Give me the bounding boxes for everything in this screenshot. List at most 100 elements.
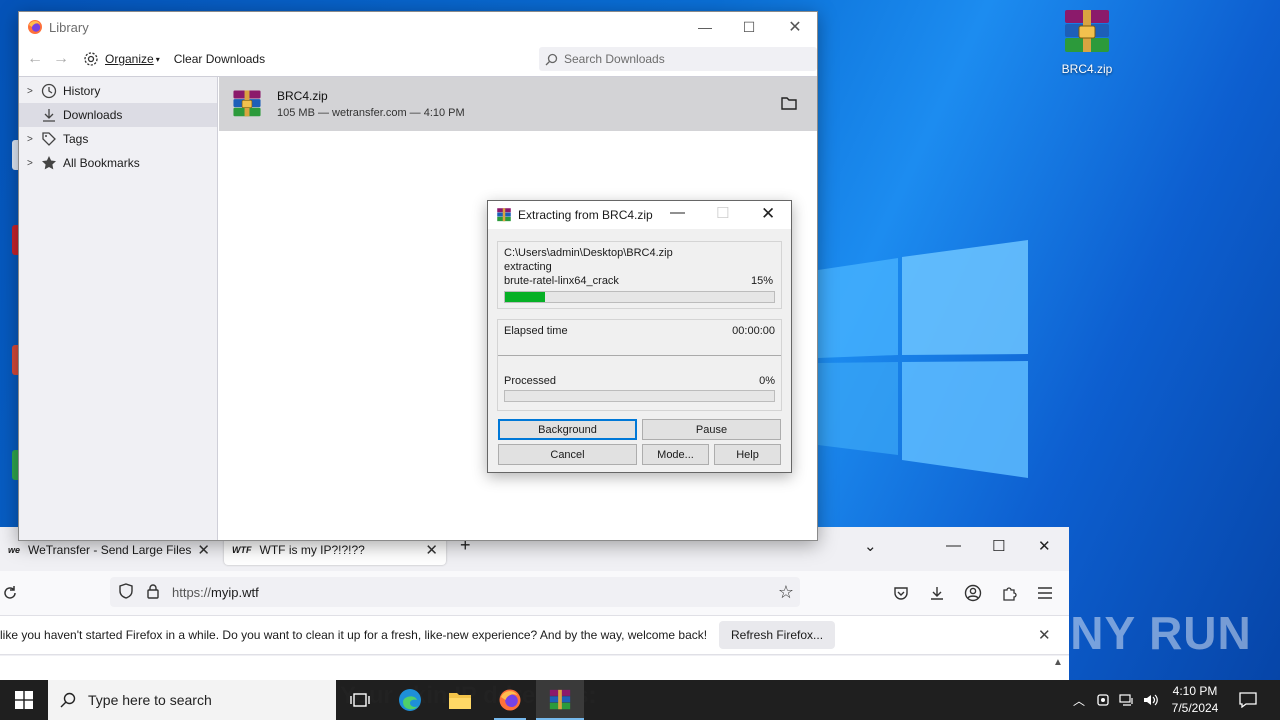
tracking-protection-shield-icon[interactable] — [118, 582, 134, 602]
help-button[interactable]: Help — [714, 444, 781, 465]
taskbar-clock[interactable]: 4:10 PM 7/5/2024 — [1164, 683, 1226, 717]
close-dialog-icon[interactable]: ✕ — [761, 204, 775, 224]
notifications-icon[interactable] — [1234, 680, 1262, 720]
close-tab-icon[interactable]: ✕ — [425, 541, 438, 559]
edge-icon — [399, 689, 421, 711]
library-title-bar[interactable]: Library — ☐ ✕ — [19, 12, 817, 42]
expand-chevron-icon[interactable]: > — [27, 86, 33, 97]
elapsed-value: 00:00:00 — [732, 325, 775, 337]
sidebar-item-tags[interactable]: > Tags — [19, 127, 217, 151]
taskbar-search-box[interactable]: Type here to search — [48, 680, 336, 720]
expand-chevron-icon[interactable]: > — [27, 134, 33, 145]
total-progress-bar — [504, 390, 775, 402]
sidebar-item-label: History — [63, 84, 101, 98]
downloads-icon[interactable] — [927, 583, 947, 603]
pocket-icon[interactable] — [891, 583, 911, 603]
open-folder-icon[interactable] — [781, 96, 797, 110]
expand-chevron-icon[interactable]: > — [27, 158, 33, 169]
winrar-icon — [497, 208, 511, 222]
clear-downloads-button[interactable]: Clear Downloads — [174, 52, 265, 66]
library-sidebar: > History Downloads > Tags > All Bookmar… — [19, 77, 218, 540]
download-filename: BRC4.zip — [277, 89, 328, 103]
navigation-toolbar: https://myip.wtf ☆ — [0, 571, 1069, 615]
processed-percent: 0% — [759, 375, 775, 387]
background-button[interactable]: Background — [498, 419, 637, 440]
archive-path: C:\Users\admin\Desktop\BRC4.zip — [504, 247, 673, 259]
back-arrow-icon[interactable]: ← — [27, 50, 43, 68]
firefox-logo-icon — [499, 689, 521, 711]
file-progress-fill — [505, 292, 546, 302]
volume-icon[interactable] — [1140, 680, 1162, 720]
tab-title: WTF is my IP?!?!?? — [259, 543, 365, 557]
bookmark-star-icon[interactable]: ☆ — [778, 582, 794, 603]
processed-label: Processed — [504, 375, 556, 387]
winrar-archive-icon — [233, 90, 261, 117]
sidebar-item-all-bookmarks[interactable]: > All Bookmarks — [19, 151, 217, 175]
gear-icon — [84, 52, 98, 66]
sidebar-item-label: Downloads — [63, 108, 123, 122]
refresh-firefox-button[interactable]: Refresh Firefox... — [719, 621, 836, 649]
mode-button[interactable]: Mode... — [642, 444, 709, 465]
close-notification-icon[interactable]: ✕ — [1038, 626, 1051, 644]
show-hidden-icons-chevron-icon[interactable]: ︿ — [1068, 680, 1090, 720]
windows-logo-wallpaper — [818, 240, 1028, 478]
search-downloads-input[interactable]: Search Downloads — [539, 47, 817, 71]
maximize-icon[interactable]: ☐ — [992, 537, 1005, 555]
desktop-icon-brc4-zip[interactable]: BRC4.zip — [1056, 8, 1118, 76]
close-window-icon[interactable]: ✕ — [775, 16, 815, 38]
start-button[interactable] — [0, 680, 48, 720]
clock-time: 4:10 PM — [1172, 684, 1218, 698]
star-icon — [42, 156, 56, 170]
firefox-logo-icon — [28, 20, 42, 34]
sidebar-item-history[interactable]: > History — [19, 79, 217, 103]
pause-button[interactable]: Pause — [642, 419, 781, 440]
extensions-puzzle-icon[interactable] — [999, 583, 1019, 603]
download-icon — [43, 109, 55, 122]
file-percent: 15% — [750, 275, 773, 287]
reload-icon[interactable] — [0, 583, 20, 603]
refresh-firefox-notification: like you haven't started Firefox in a wh… — [0, 615, 1069, 655]
library-toolbar: ← → Organize ▾ Clear Downloads Search Do… — [19, 42, 817, 76]
security-tray-icon[interactable] — [1092, 680, 1114, 720]
close-window-icon[interactable]: ✕ — [1038, 537, 1051, 555]
search-placeholder: Search Downloads — [564, 52, 665, 66]
scroll-up-arrow-icon[interactable]: ▲ — [1053, 657, 1063, 668]
sidebar-item-downloads[interactable]: Downloads — [19, 103, 217, 127]
task-view-button[interactable] — [336, 680, 384, 720]
search-icon — [60, 692, 76, 708]
page-content-area — [0, 656, 1069, 680]
search-icon — [545, 53, 558, 65]
download-item[interactable]: BRC4.zip 105 MB — wetransfer.com — 4:10 … — [219, 77, 817, 131]
minimize-icon[interactable]: — — [685, 16, 725, 38]
lock-icon[interactable] — [146, 583, 160, 602]
network-icon[interactable] — [1116, 680, 1138, 720]
forward-arrow-icon[interactable]: → — [53, 50, 69, 68]
minimize-icon[interactable]: — — [946, 537, 961, 554]
url-bar[interactable]: https://myip.wtf ☆ — [110, 577, 800, 607]
close-tab-icon[interactable]: ✕ — [197, 541, 210, 559]
organize-menu-button[interactable]: Organize ▾ — [83, 51, 160, 67]
organize-label: Organize — [105, 52, 154, 66]
list-all-tabs-chevron-icon[interactable]: ⌄ — [864, 537, 877, 555]
winrar-icon — [549, 689, 571, 710]
taskbar-file-explorer[interactable] — [436, 680, 484, 720]
folder-icon — [449, 693, 471, 709]
url-host: myip.wtf — [211, 584, 259, 600]
maximize-icon: ☐ — [716, 205, 730, 222]
minimize-icon[interactable]: — — [670, 204, 685, 221]
tag-icon — [42, 132, 56, 146]
taskbar-winrar[interactable] — [536, 680, 584, 720]
taskbar-firefox[interactable] — [486, 680, 534, 720]
firefox-browser-window: we WeTransfer - Send Large Files & ✕ WTF… — [0, 527, 1069, 680]
cancel-button[interactable]: Cancel — [498, 444, 637, 465]
taskbar-edge[interactable] — [386, 680, 434, 720]
dialog-title-bar[interactable]: Extracting from BRC4.zip — ☐ ✕ — [488, 201, 791, 229]
dialog-title: Extracting from BRC4.zip — [518, 208, 653, 222]
account-icon[interactable] — [963, 583, 983, 603]
file-progress-bar — [504, 291, 775, 303]
wtf-favicon-icon: WTF — [232, 545, 252, 555]
taskbar-search-placeholder: Type here to search — [88, 692, 212, 708]
maximize-icon[interactable]: ☐ — [729, 16, 769, 38]
winrar-extract-dialog: Extracting from BRC4.zip — ☐ ✕ C:\Users\… — [487, 200, 792, 473]
hamburger-menu-icon[interactable] — [1035, 583, 1055, 603]
